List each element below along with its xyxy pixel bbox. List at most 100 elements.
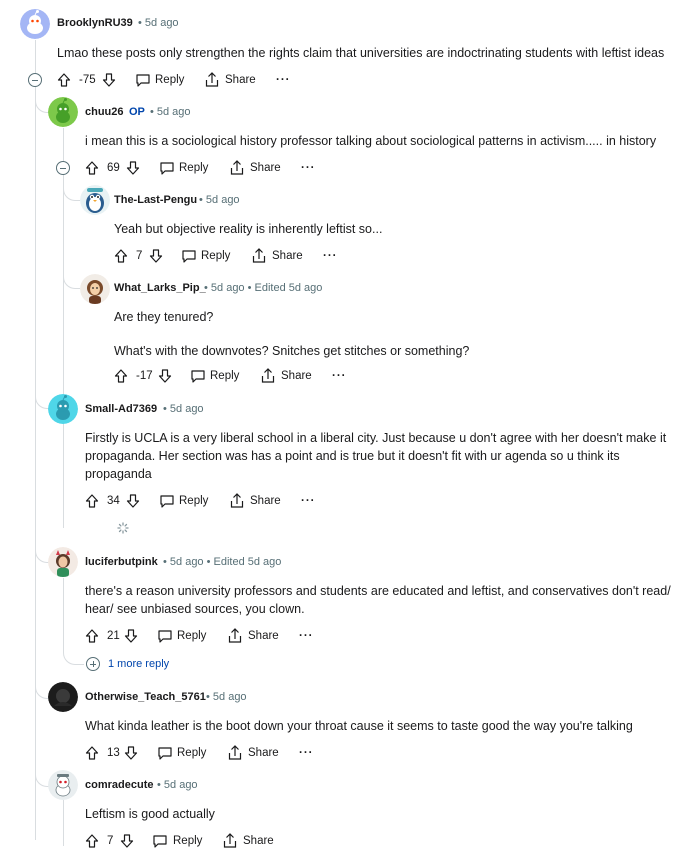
- reply-icon[interactable]: [135, 70, 151, 90]
- username[interactable]: BrooklynRU39: [57, 17, 133, 29]
- thread-branch-c4: [63, 268, 80, 289]
- avatar[interactable]: [48, 547, 78, 577]
- share-button[interactable]: Share: [272, 246, 303, 266]
- share-button[interactable]: Share: [250, 491, 281, 511]
- downvote-icon[interactable]: [126, 158, 140, 178]
- upvote-icon[interactable]: [85, 491, 99, 511]
- share-icon[interactable]: [227, 743, 243, 763]
- downvote-icon[interactable]: [120, 831, 134, 851]
- timestamp: • 5d ago: [157, 779, 198, 791]
- share-icon[interactable]: [222, 831, 238, 851]
- timestamp: • 5d ago: [206, 691, 247, 703]
- downvote-icon[interactable]: [158, 366, 172, 386]
- share-button[interactable]: Share: [248, 743, 279, 763]
- vote-score: 21: [107, 630, 120, 642]
- comment-body: Lmao these posts only strengthen the rig…: [57, 44, 687, 62]
- upvote-icon[interactable]: [85, 626, 99, 646]
- collapse-thread-button[interactable]: [56, 161, 70, 175]
- timestamp: • 5d ago: [163, 403, 204, 415]
- thread-line-c8: [63, 800, 64, 846]
- share-icon[interactable]: [251, 246, 267, 266]
- upvote-icon[interactable]: [57, 70, 71, 90]
- more-options-icon[interactable]: ···: [332, 366, 347, 386]
- share-icon[interactable]: [229, 158, 245, 178]
- reply-button[interactable]: Reply: [177, 743, 206, 763]
- more-options-icon[interactable]: ···: [299, 626, 314, 646]
- downvote-icon[interactable]: [102, 70, 116, 90]
- reply-button[interactable]: Reply: [201, 246, 230, 266]
- avatar[interactable]: [48, 682, 78, 712]
- comment-paragraph: i mean this is a sociological history pr…: [85, 134, 657, 148]
- share-icon[interactable]: [260, 366, 276, 386]
- reply-button[interactable]: Reply: [210, 366, 239, 386]
- more-options-icon[interactable]: ···: [301, 158, 316, 178]
- vote-score: 13: [107, 747, 120, 759]
- share-icon[interactable]: [229, 491, 245, 511]
- comment-paragraph: Yeah but objective reality is inherently…: [114, 222, 383, 236]
- reply-button[interactable]: Reply: [173, 831, 202, 851]
- share-button[interactable]: Share: [248, 626, 279, 646]
- timestamp: • 5d ago • Edited 5d ago: [163, 556, 282, 568]
- comment-paragraph: Leftism is good actually: [85, 807, 215, 821]
- reply-icon[interactable]: [159, 491, 175, 511]
- avatar[interactable]: [80, 185, 110, 215]
- share-button[interactable]: Share: [281, 366, 312, 386]
- upvote-icon[interactable]: [114, 246, 128, 266]
- downvote-icon[interactable]: [126, 491, 140, 511]
- avatar[interactable]: [48, 97, 78, 127]
- upvote-icon[interactable]: [85, 831, 99, 851]
- username[interactable]: What_Larks_Pip_: [114, 282, 206, 294]
- upvote-icon[interactable]: [85, 158, 99, 178]
- username[interactable]: Small-Ad7369: [85, 403, 157, 415]
- username[interactable]: The-Last-Pengu: [114, 194, 197, 206]
- more-replies-link[interactable]: 1 more reply: [108, 658, 169, 670]
- collapse-thread-button[interactable]: [28, 73, 42, 87]
- share-button[interactable]: Share: [243, 831, 274, 851]
- reply-button[interactable]: Reply: [179, 491, 208, 511]
- comment-paragraph: there's a reason university professors a…: [85, 584, 671, 616]
- more-options-icon[interactable]: ···: [323, 246, 338, 266]
- username[interactable]: comradecute: [85, 779, 153, 791]
- thread-branch-c3: [63, 178, 80, 201]
- upvote-icon[interactable]: [114, 366, 128, 386]
- username[interactable]: chuu26: [85, 106, 124, 118]
- avatar[interactable]: [80, 274, 110, 304]
- share-button[interactable]: Share: [225, 70, 256, 90]
- reply-icon[interactable]: [157, 626, 173, 646]
- username[interactable]: luciferbutpink: [85, 556, 158, 568]
- reply-icon[interactable]: [181, 246, 197, 266]
- reply-button[interactable]: Reply: [155, 70, 184, 90]
- downvote-icon[interactable]: [149, 246, 163, 266]
- thread-line-c6: [63, 578, 64, 648]
- comment-body: Leftism is good actually: [85, 805, 685, 823]
- more-options-icon[interactable]: ···: [299, 743, 314, 763]
- reply-icon[interactable]: [157, 743, 173, 763]
- downvote-icon[interactable]: [124, 626, 138, 646]
- reply-button[interactable]: Reply: [177, 626, 206, 646]
- comment-paragraph: Lmao these posts only strengthen the rig…: [57, 46, 665, 60]
- more-options-icon[interactable]: ···: [301, 491, 316, 511]
- reply-icon[interactable]: [159, 158, 175, 178]
- expand-more-replies-icon[interactable]: [86, 657, 100, 671]
- timestamp: • 5d ago: [199, 194, 240, 206]
- downvote-icon[interactable]: [124, 743, 138, 763]
- upvote-icon[interactable]: [85, 743, 99, 763]
- reply-button[interactable]: Reply: [179, 158, 208, 178]
- share-icon[interactable]: [204, 70, 220, 90]
- vote-score: -75: [79, 74, 96, 86]
- timestamp: • 5d ago • Edited 5d ago: [204, 282, 323, 294]
- avatar[interactable]: [48, 394, 78, 424]
- more-options-icon[interactable]: ···: [276, 70, 291, 90]
- vote-score: 69: [107, 162, 120, 174]
- reply-icon[interactable]: [190, 366, 206, 386]
- comment-meta: OP • 5d ago: [129, 106, 191, 118]
- share-button[interactable]: Share: [250, 158, 281, 178]
- vote-score: -17: [136, 370, 153, 382]
- reply-icon[interactable]: [152, 831, 168, 851]
- username[interactable]: Otherwise_Teach_5761: [85, 691, 206, 703]
- avatar[interactable]: [20, 9, 50, 39]
- comment-body: there's a reason university professors a…: [85, 582, 685, 618]
- avatar[interactable]: [48, 770, 78, 800]
- comment-paragraph: Are they tenured?: [114, 310, 214, 324]
- share-icon[interactable]: [227, 626, 243, 646]
